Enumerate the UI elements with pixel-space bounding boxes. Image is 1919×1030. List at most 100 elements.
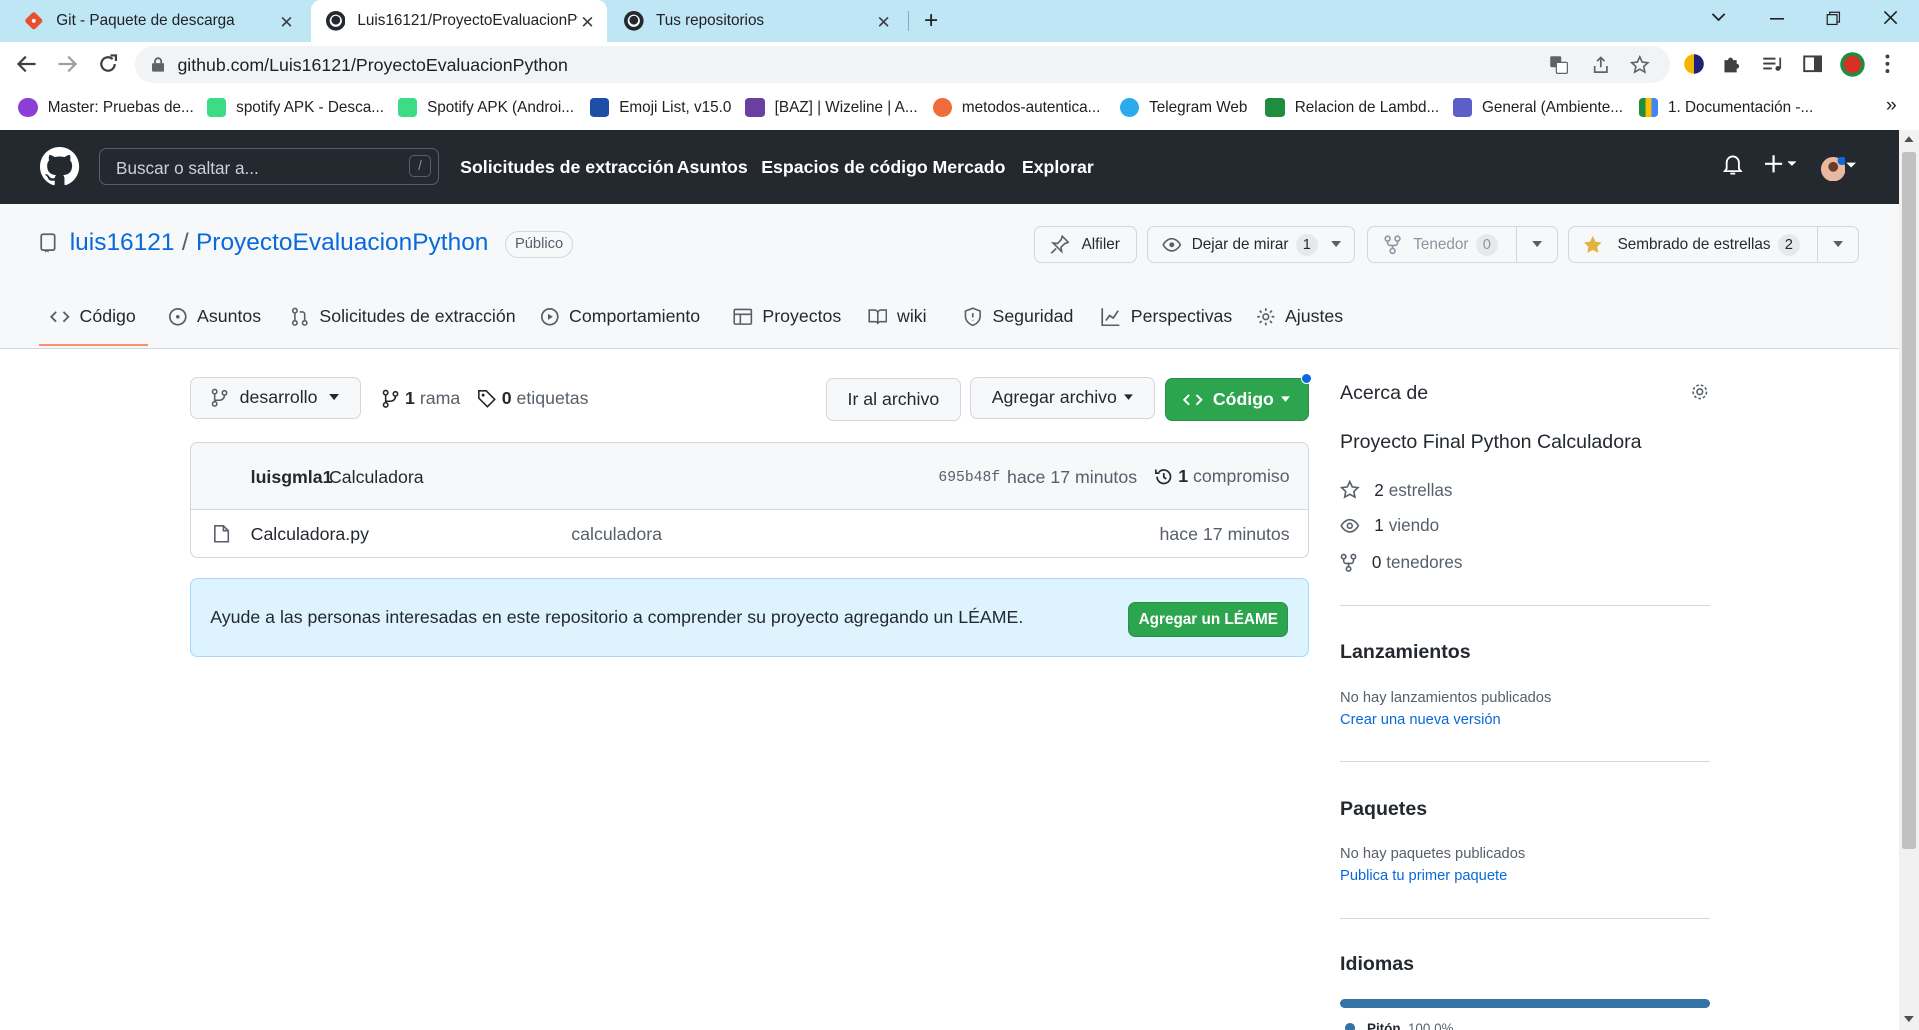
bookmark-item[interactable]: spotify APK - Desca... <box>206 97 384 118</box>
commit-count: 1 <box>1178 466 1189 487</box>
tab-issues[interactable]: Asuntos <box>168 306 261 327</box>
close-window-button[interactable] <box>1882 9 1899 26</box>
nav-codespaces[interactable]: Espacios de código <box>761 157 928 178</box>
browser-menu-icon[interactable] <box>1885 54 1890 74</box>
scrollbar-thumb[interactable] <box>1901 151 1917 850</box>
page-scrollbar[interactable] <box>1899 129 1919 1030</box>
tab-settings[interactable]: Ajustes <box>1256 306 1343 327</box>
notifications-bell-icon[interactable] <box>1723 154 1743 176</box>
go-to-file-button[interactable]: Ir al archivo <box>826 378 961 421</box>
nav-pull-requests[interactable]: Solicitudes de extracción <box>460 157 674 178</box>
close-tab-icon[interactable]: ✕ <box>580 12 594 33</box>
url-text[interactable]: github.com/Luis16121/ProyectoEvaluacionP… <box>177 55 567 76</box>
file-name-link[interactable]: Calculadora.py <box>251 524 369 545</box>
github-logo-icon[interactable] <box>40 146 80 186</box>
caret-down-icon <box>1280 396 1291 403</box>
puzzle-extensions-icon[interactable] <box>1722 54 1742 74</box>
browser-tab[interactable]: Tus repositorios ✕ <box>612 0 903 42</box>
bookmark-item[interactable]: Master: Pruebas de... <box>18 97 194 118</box>
minimize-button[interactable] <box>1769 18 1785 20</box>
branches-link[interactable]: 1 rama <box>382 388 460 409</box>
address-bar[interactable]: github.com/Luis16121/ProyectoEvaluacionP… <box>134 46 1671 84</box>
tag-icon <box>477 389 497 409</box>
watchers-link[interactable]: 1 viendo <box>1340 515 1439 536</box>
profile-avatar-icon[interactable] <box>1839 51 1866 78</box>
fork-button[interactable]: Tenedor 0 <box>1366 226 1558 264</box>
bookmark-item[interactable]: Spotify APK (Androi... <box>397 97 574 118</box>
add-file-button[interactable]: Agregar archivo <box>970 376 1156 419</box>
user-avatar[interactable] <box>1821 156 1846 182</box>
nav-explore[interactable]: Explorar <box>1022 157 1094 178</box>
nav-marketplace[interactable]: Mercado <box>933 157 1006 178</box>
close-tab-icon[interactable]: ✕ <box>279 12 293 33</box>
file-commit-message[interactable]: calculadora <box>571 524 662 545</box>
releases-heading[interactable]: Lanzamientos <box>1340 641 1471 664</box>
tab-pull-requests[interactable]: Solicitudes de extracción <box>290 306 516 327</box>
branch-select-button[interactable]: desarrollo <box>189 376 362 419</box>
forks-link[interactable]: 0 tenedores <box>1340 552 1462 573</box>
create-new-plus-icon[interactable] <box>1764 154 1799 174</box>
restore-button[interactable] <box>1826 11 1841 26</box>
tags-link[interactable]: 0 etiquetas <box>477 388 589 409</box>
extension-icon[interactable] <box>1683 53 1705 75</box>
back-arrow-icon[interactable] <box>16 53 40 77</box>
table-icon <box>733 307 762 327</box>
caret-down-icon[interactable] <box>1330 241 1342 248</box>
pin-button[interactable]: Alfiler <box>1034 226 1137 264</box>
repo-owner-link[interactable]: luis16121 <box>70 229 175 257</box>
tab-insights[interactable]: Perspectivas <box>1101 306 1232 327</box>
add-readme-button[interactable]: Agregar un LÉAME <box>1128 601 1289 638</box>
bookmark-item[interactable]: General (Ambiente... <box>1452 97 1623 118</box>
bookmark-star-icon[interactable] <box>1630 55 1650 75</box>
side-panel-icon[interactable] <box>1802 54 1823 74</box>
browser-tab[interactable]: Git - Paquete de descarga ✕ <box>0 0 306 42</box>
star-button[interactable]: Sembrado de estrellas 2 <box>1567 226 1859 264</box>
browser-tab-active[interactable]: Luis16121/ProyectoEvaluacionPy ✕ <box>310 0 607 42</box>
bookmark-item[interactable]: 1. Documentación -... <box>1638 97 1813 118</box>
bookmark-item[interactable]: Emoji List, v15.0 <box>589 97 731 118</box>
bookmark-item[interactable]: Telegram Web <box>1119 97 1247 118</box>
new-tab-button[interactable]: + <box>924 7 938 35</box>
commit-message[interactable]: Calculadora <box>329 467 424 488</box>
tab-search-icon[interactable] <box>1710 9 1727 26</box>
packages-heading[interactable]: Paquetes <box>1340 798 1427 821</box>
user-menu-caret-icon[interactable] <box>1845 154 1857 174</box>
tab-projects[interactable]: Proyectos <box>733 306 841 327</box>
tab-wiki[interactable]: wiki <box>868 306 927 327</box>
repo-name-link[interactable]: ProyectoEvaluacionPython <box>196 229 488 257</box>
language-item[interactable]: Pitón 100.0% <box>1344 1021 1454 1030</box>
bookmark-item[interactable]: Relacion de Lambd... <box>1265 97 1439 118</box>
translate-icon[interactable] <box>1549 55 1569 75</box>
about-settings-gear-icon[interactable] <box>1690 382 1710 402</box>
commit-hash[interactable]: 695b48f <box>938 470 1000 486</box>
caret-down-icon[interactable] <box>1832 240 1844 248</box>
close-tab-icon[interactable]: ✕ <box>877 12 891 33</box>
tab-actions[interactable]: Comportamiento <box>540 306 700 327</box>
commits-link[interactable]: 1 compromiso <box>1154 466 1290 487</box>
code-button[interactable]: Código <box>1165 373 1313 421</box>
bookmark-item[interactable]: metodos-autentica... <box>932 97 1100 118</box>
more-bookmarks-button[interactable]: » <box>1886 94 1897 117</box>
publish-package-link[interactable]: Publica tu primer paquete <box>1340 868 1507 884</box>
forks-count: 0 <box>1371 551 1382 572</box>
create-release-link[interactable]: Crear una nueva versión <box>1340 712 1501 728</box>
caret-down-icon[interactable] <box>1531 240 1543 248</box>
forward-arrow-icon[interactable] <box>56 53 80 77</box>
watch-button[interactable]: Dejar de mirar 1 <box>1146 226 1355 264</box>
nav-issues[interactable]: Asuntos <box>677 157 748 178</box>
scroll-up-arrow-icon[interactable] <box>1904 135 1914 142</box>
search-input[interactable]: Buscar o saltar a... / <box>99 148 440 185</box>
stars-link[interactable]: 2 estrellas <box>1340 480 1453 501</box>
share-icon[interactable] <box>1591 55 1611 75</box>
tab-code[interactable]: Código <box>50 306 136 327</box>
releases-empty-text: No hay lanzamientos publicados <box>1340 690 1552 707</box>
bookmark-item[interactable]: [BAZ] | Wizeline | A... <box>745 97 918 118</box>
lock-icon[interactable] <box>151 57 164 73</box>
packages-empty-text: No hay paquetes publicados <box>1340 845 1526 862</box>
reload-icon[interactable] <box>97 53 121 77</box>
commit-author[interactable]: luisgmla1 <box>251 467 333 488</box>
tab-security[interactable]: Seguridad <box>963 306 1073 327</box>
media-control-icon[interactable] <box>1762 54 1782 74</box>
shield-icon <box>963 307 992 327</box>
scroll-down-arrow-icon[interactable] <box>1904 1015 1914 1023</box>
